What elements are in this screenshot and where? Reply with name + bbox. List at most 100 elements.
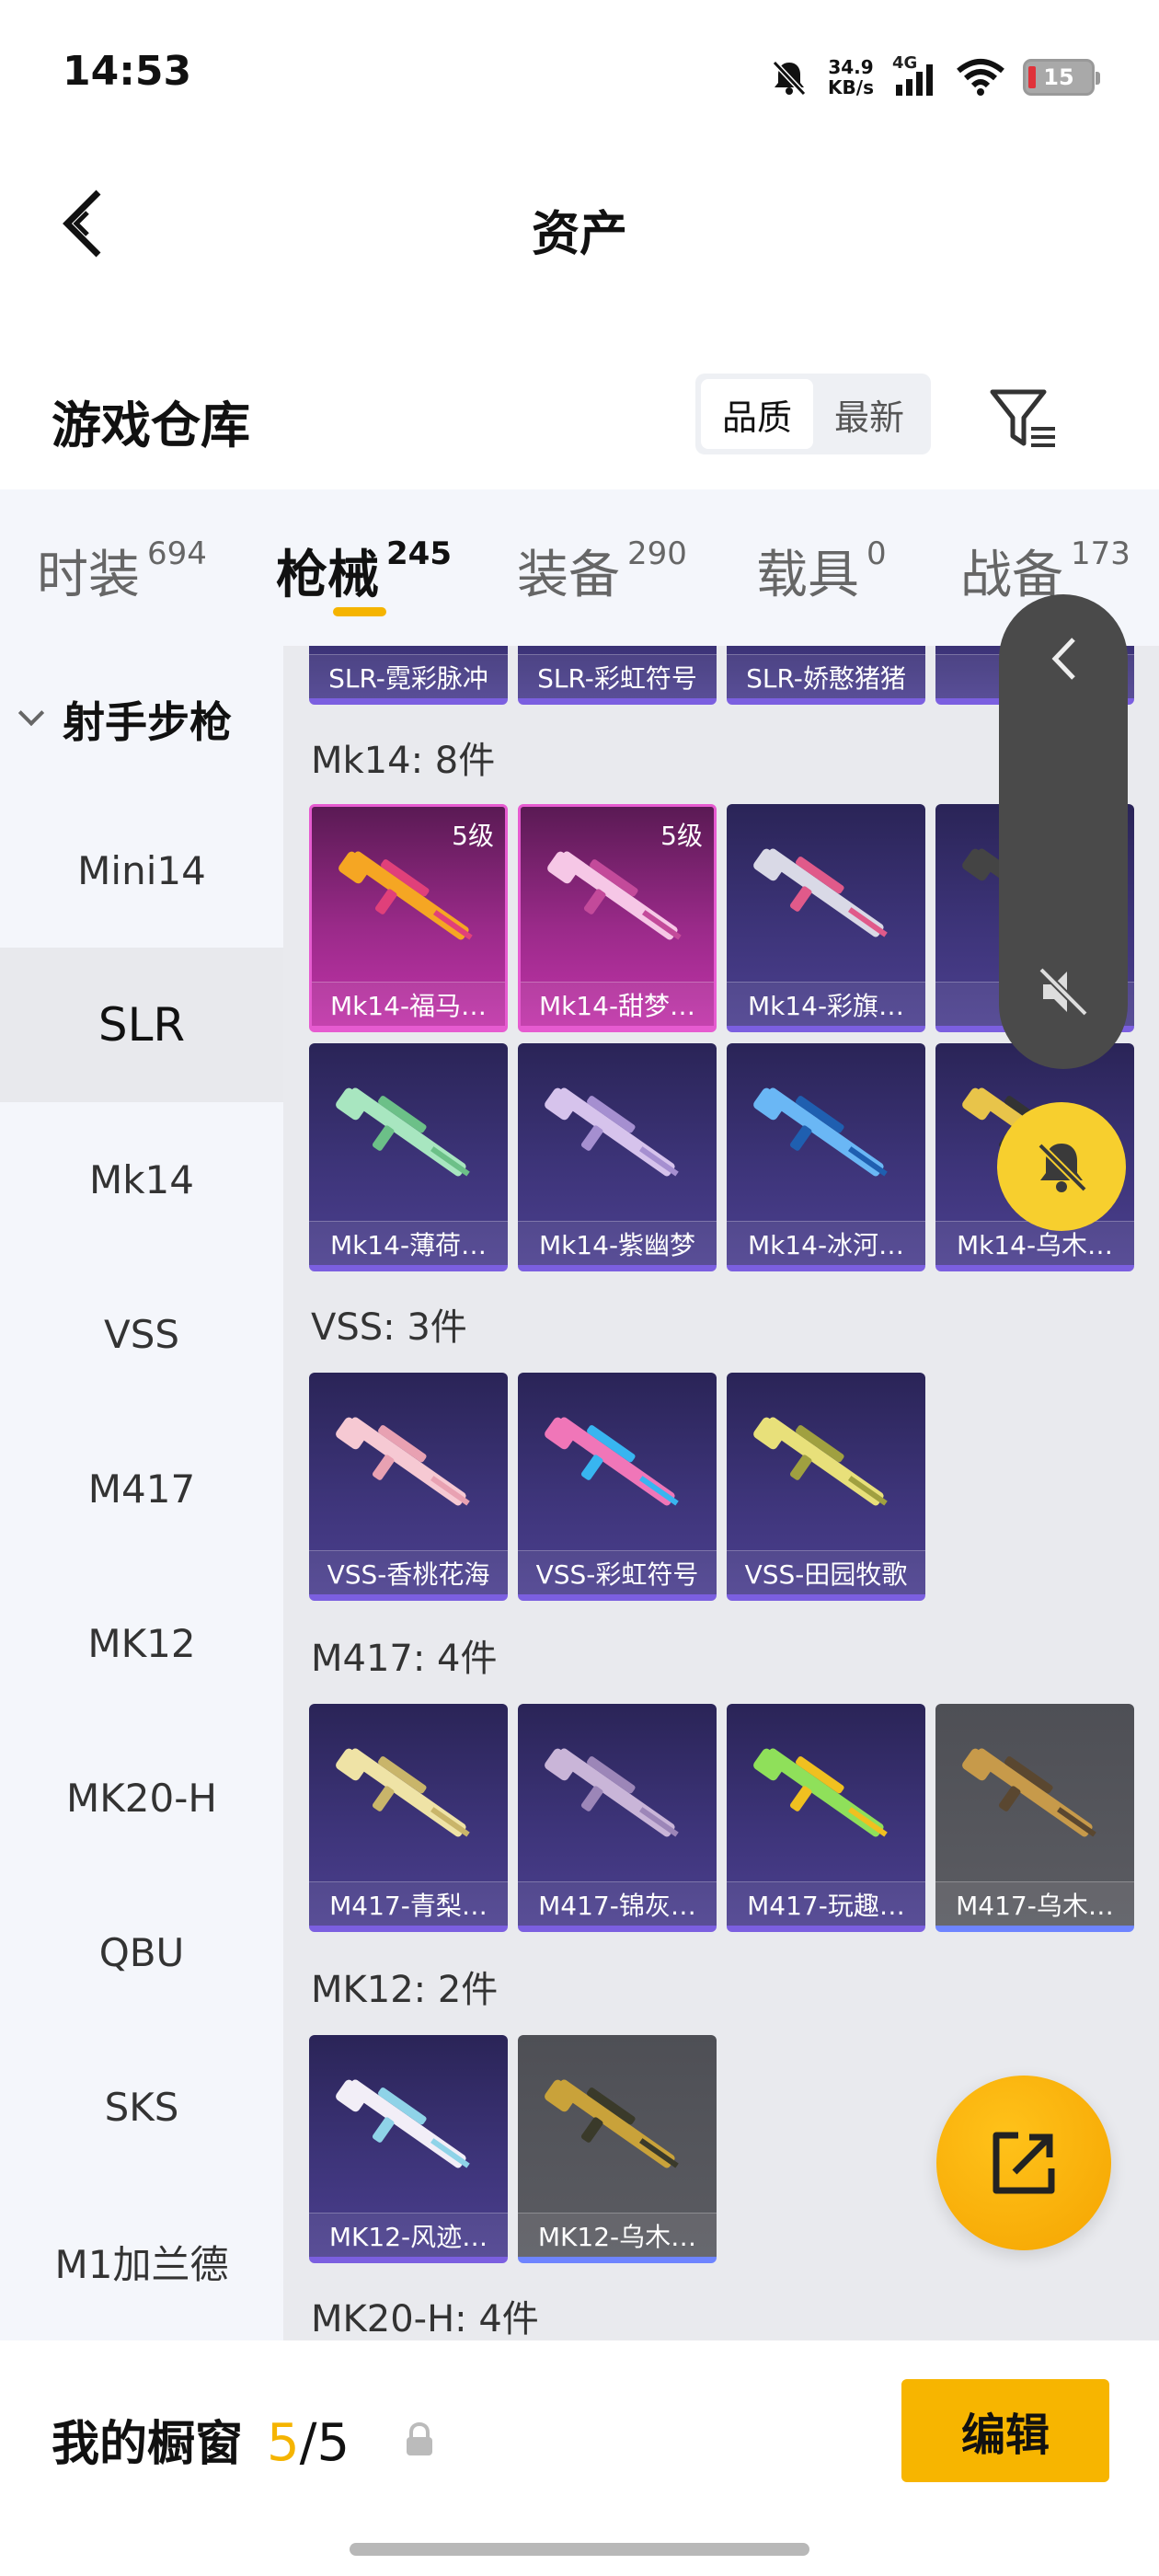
filter-icon <box>990 389 1055 447</box>
weapon-name: Mk14-薄荷… <box>309 1221 508 1265</box>
weapon-card[interactable]: SLR-彩虹符号 <box>518 646 717 705</box>
tab-label: 枪械 <box>276 546 379 605</box>
collapse-panel-button[interactable] <box>1036 622 1091 696</box>
weapon-card[interactable]: SLR-霓彩脉冲 <box>309 646 508 705</box>
floating-control-panel <box>999 594 1128 1069</box>
notification-mute-button[interactable] <box>997 1102 1126 1231</box>
showcase-separator: / <box>299 2413 317 2473</box>
tab-count: 694 <box>147 535 207 572</box>
wifi-icon <box>957 59 1004 96</box>
battery-indicator: 15 <box>1023 59 1100 96</box>
weapon-card[interactable]: 5级 Mk14-福马… <box>309 804 508 1032</box>
weapon-name: Mk14-紫幽梦 <box>518 1221 717 1265</box>
section-title-m417: M417: 4件 <box>311 1638 498 1680</box>
network-type: 4G <box>892 53 918 73</box>
share-button[interactable] <box>936 2076 1111 2250</box>
tab-label: 载具 <box>756 546 859 605</box>
sort-latest-button[interactable]: 最新 <box>813 379 925 449</box>
sidebar-item-sks[interactable]: SKS <box>0 2030 283 2184</box>
home-indicator[interactable] <box>350 2543 809 2556</box>
sort-quality-button[interactable]: 品质 <box>701 379 813 449</box>
section-title-mk20h: MK20-H: 4件 <box>311 2298 539 2340</box>
mute-toggle-button[interactable] <box>1030 959 1096 1025</box>
section-title-mk14: Mk14: 8件 <box>311 740 496 782</box>
tab-vehicles[interactable]: 载具 0 <box>756 534 887 608</box>
weapon-name: VSS-香桃花海 <box>309 1550 508 1594</box>
weapon-name: M417-玩趣… <box>727 1881 925 1926</box>
speed-value: 34.9 <box>828 56 874 78</box>
weapon-card[interactable]: SLR-娇憨猪猪 <box>727 646 925 705</box>
weapon-name: Mk14-福马… <box>312 982 505 1026</box>
bottom-bar: 我的橱窗 5/5 编辑 <box>0 2340 1159 2576</box>
rifle-icon <box>339 851 473 940</box>
filter-button[interactable] <box>982 377 1065 460</box>
chevron-down-icon <box>17 699 45 727</box>
weapon-card[interactable]: MK12-风迹… <box>309 2035 508 2263</box>
tab-label: 时装 <box>37 546 140 605</box>
weapon-card[interactable]: M417-青梨… <box>309 1704 508 1932</box>
sidebar-item-m1-garand[interactable]: M1加兰德 <box>0 2184 283 2339</box>
battery-level: 15 <box>1043 64 1074 90</box>
weapon-card[interactable]: M417-锦灰… <box>518 1704 717 1932</box>
weapon-name: MK12-乌木… <box>518 2213 717 2257</box>
weapon-card[interactable]: Mk14-彩旗… <box>727 804 925 1032</box>
weapon-name: Mk14-乌木… <box>935 1221 1134 1265</box>
rifle-icon <box>753 1417 888 1506</box>
sidebar-item-mk12[interactable]: MK12 <box>0 1566 283 1720</box>
rifle-icon <box>545 1417 679 1506</box>
weapon-card[interactable]: 5级 Mk14-甜梦… <box>518 804 717 1032</box>
bell-off-icon <box>1038 1143 1087 1192</box>
weapon-name: M417-青梨… <box>309 1881 508 1926</box>
sidebar-group-label: 射手步枪 <box>63 697 232 747</box>
weapon-name: M417-锦灰… <box>518 1881 717 1926</box>
tab-firearms[interactable]: 枪械 245 <box>276 534 452 608</box>
sidebar-item-qbu[interactable]: QBU <box>0 1875 283 2030</box>
section-title-vss: VSS: 3件 <box>311 1306 467 1349</box>
network-speed: 34.9 KB/s <box>828 57 874 98</box>
edit-button[interactable]: 编辑 <box>901 2379 1109 2482</box>
sidebar-item-mk20h[interactable]: MK20-H <box>0 1720 283 1875</box>
speed-unit: KB/s <box>828 76 874 98</box>
showcase-title: 我的橱窗 <box>52 2417 244 2472</box>
sidebar-group-dmr[interactable]: 射手步枪 <box>0 646 283 793</box>
warehouse-header: 游戏仓库 品质 最新 <box>0 350 1159 488</box>
showcase-count: 5/5 <box>267 2413 350 2473</box>
section-title-mk12: MK12: 2件 <box>311 1969 499 2011</box>
weapon-card[interactable]: Mk14-紫幽梦 <box>518 1043 717 1271</box>
weapon-card[interactable]: VSS-香桃花海 <box>309 1373 508 1601</box>
rifle-icon <box>336 1417 470 1506</box>
tab-count: 245 <box>386 535 452 572</box>
sidebar-item-mk14[interactable]: Mk14 <box>0 1102 283 1257</box>
sidebar-item-slr[interactable]: SLR <box>0 948 283 1102</box>
signal-icon: 4G <box>892 53 938 98</box>
showcase-used: 5 <box>267 2413 300 2473</box>
page-header: 资产 <box>0 156 1159 294</box>
mute-bell-icon <box>772 60 807 97</box>
weapon-card[interactable]: Mk14-薄荷… <box>309 1043 508 1271</box>
weapon-name: Mk14-彩旗… <box>727 982 925 1026</box>
sidebar-item-mini14[interactable]: Mini14 <box>0 793 283 948</box>
chevron-left-icon <box>1051 638 1075 680</box>
share-export-icon <box>993 2132 1055 2194</box>
tab-count: 290 <box>627 535 687 572</box>
weapon-name: M417-乌木… <box>935 1881 1134 1926</box>
tab-count: 173 <box>1071 535 1130 572</box>
rifle-icon <box>753 1087 888 1177</box>
weapon-card[interactable]: Mk14-冰河… <box>727 1043 925 1271</box>
weapon-name: Mk14-甜梦… <box>521 982 714 1026</box>
weapon-card[interactable]: MK12-乌木… <box>518 2035 717 2263</box>
tab-fashion[interactable]: 时装 694 <box>37 534 207 608</box>
weapon-name: SLR-娇憨猪猪 <box>727 654 925 698</box>
weapon-name: VSS-田园牧歌 <box>727 1550 925 1594</box>
weapon-card[interactable]: M417-乌木… <box>935 1704 1134 1932</box>
weapon-card[interactable]: VSS-彩虹符号 <box>518 1373 717 1601</box>
sidebar-item-m417[interactable]: M417 <box>0 1411 283 1566</box>
weapon-card[interactable]: M417-玩趣… <box>727 1704 925 1932</box>
weapon-card[interactable]: VSS-田园牧歌 <box>727 1373 925 1601</box>
tab-label: 装备 <box>517 546 620 605</box>
showcase-total: 5 <box>316 2413 350 2473</box>
rifle-icon <box>545 1748 679 1837</box>
tab-equipment[interactable]: 装备 290 <box>517 534 687 608</box>
sidebar-item-vss[interactable]: VSS <box>0 1257 283 1411</box>
status-time: 14:53 <box>63 48 192 95</box>
